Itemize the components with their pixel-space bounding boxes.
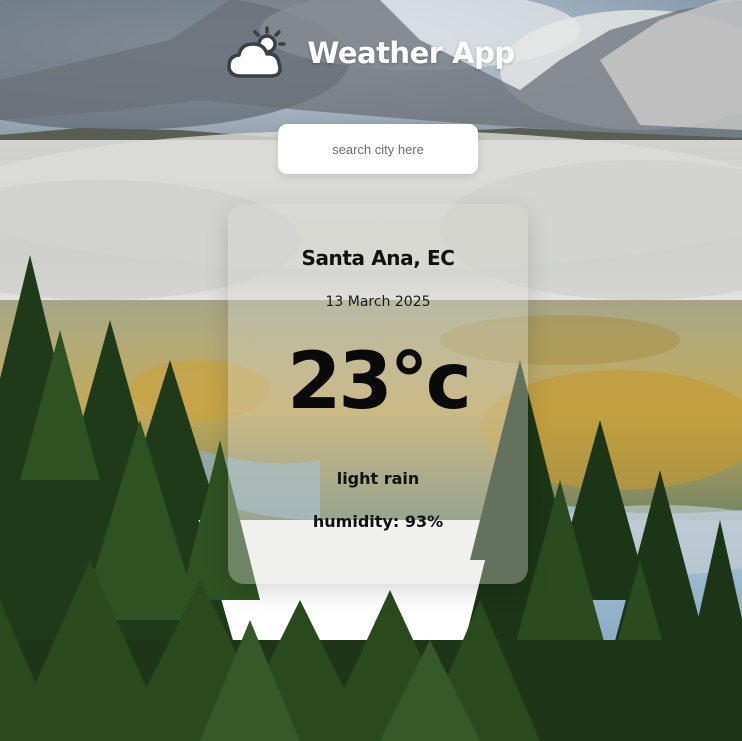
weather-description: light rain — [336, 469, 420, 488]
current-date: 13 March 2025 — [325, 294, 431, 310]
humidity-readout: humidity: 93% — [312, 512, 444, 531]
search-input[interactable] — [278, 124, 478, 174]
cloud-sun-icon — [227, 26, 287, 78]
temperature: 23°c — [287, 337, 472, 427]
location-name: Santa Ana, EC — [301, 246, 455, 270]
search-container — [278, 124, 478, 174]
app-title: Weather App — [307, 36, 515, 70]
weather-card: Santa Ana, EC 13 March 2025 23°c light r… — [228, 204, 528, 584]
app-header: Weather App — [0, 26, 742, 80]
